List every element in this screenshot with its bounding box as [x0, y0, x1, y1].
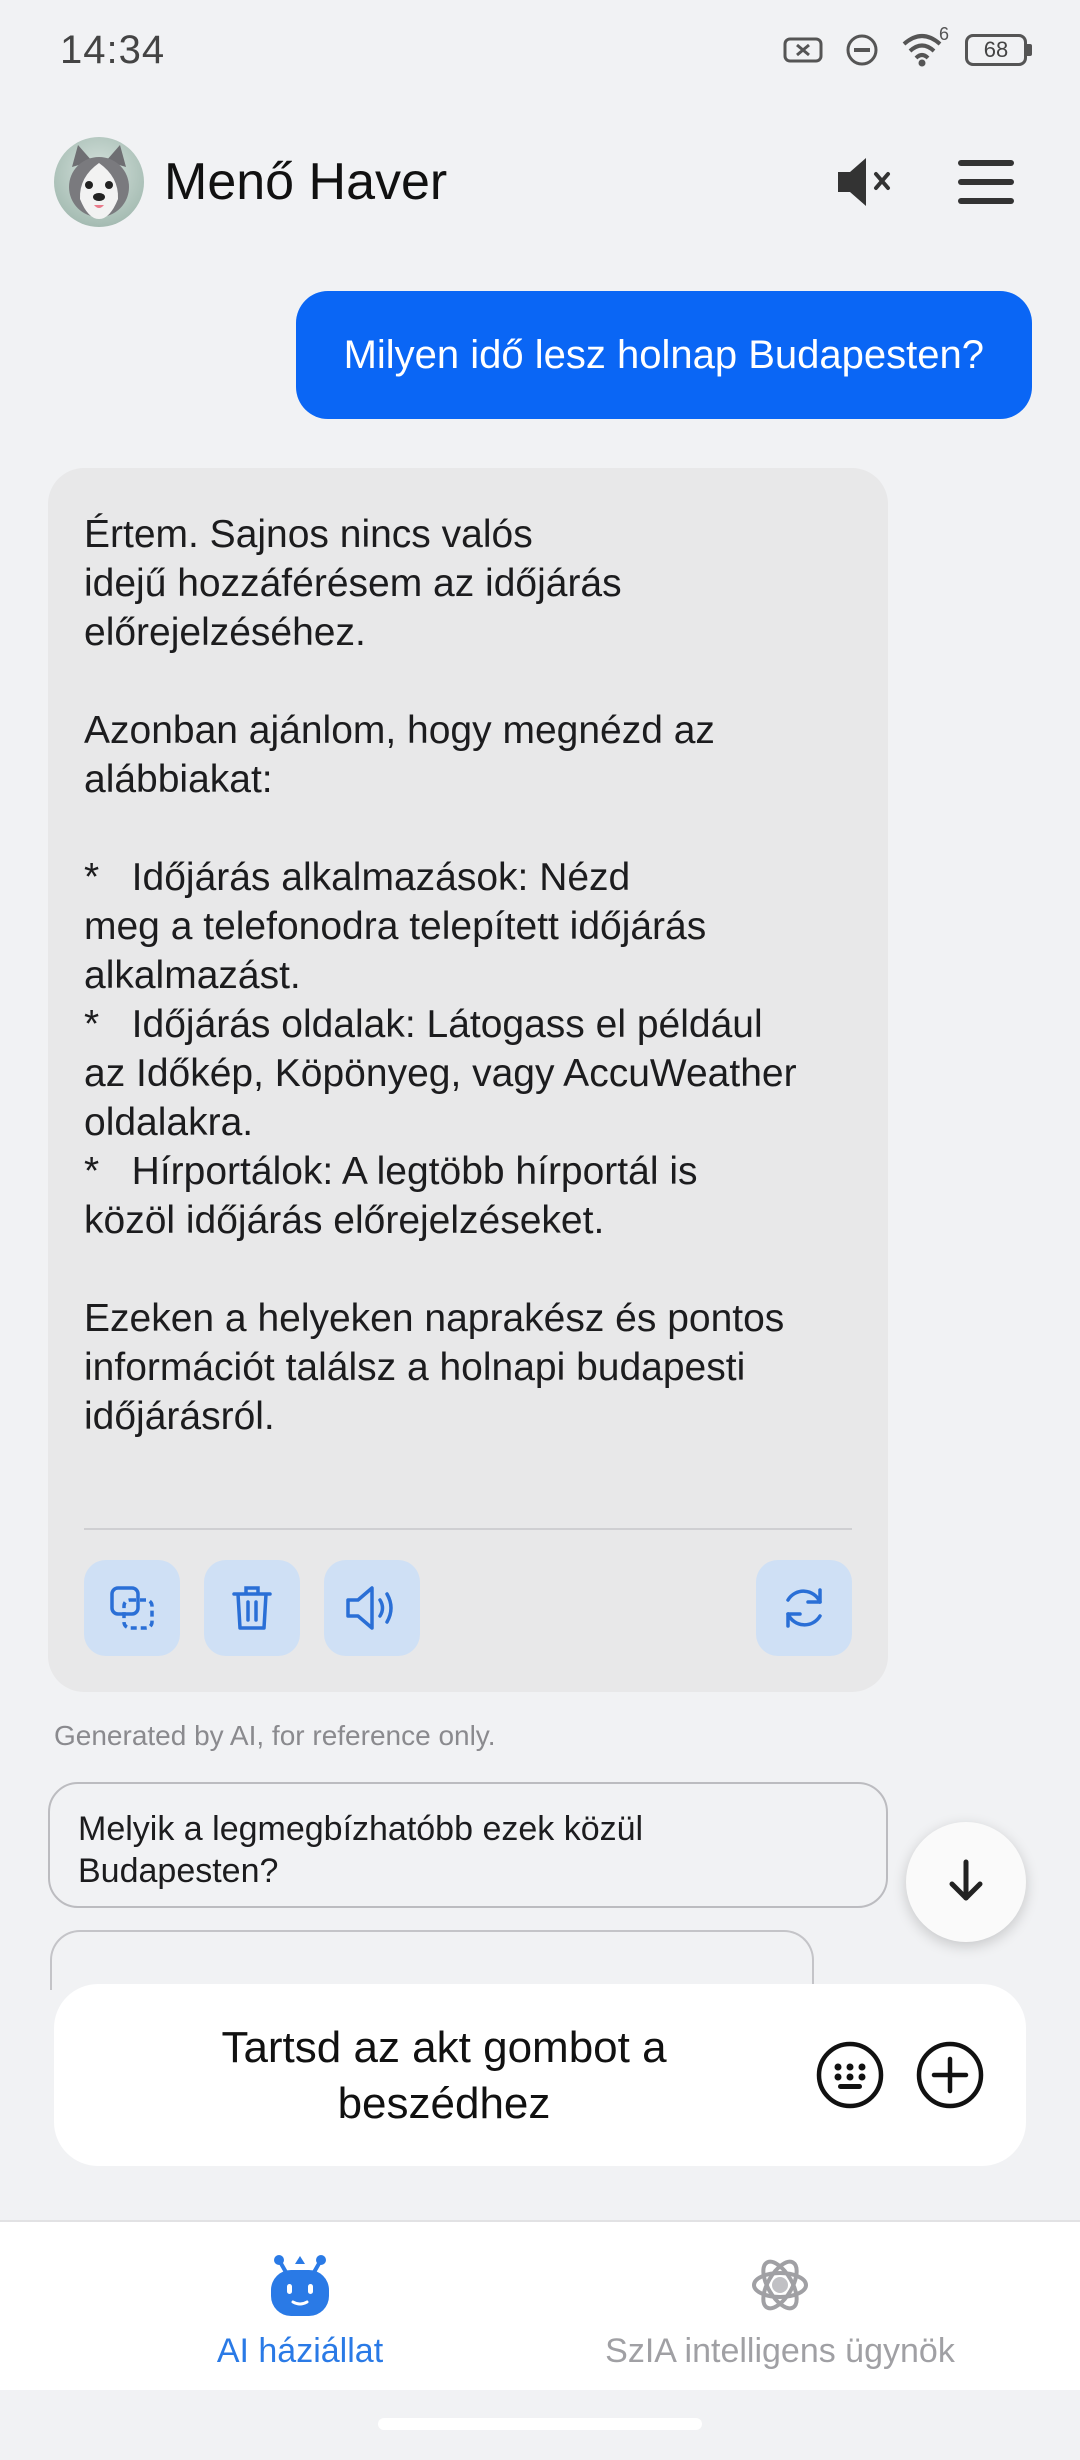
- nav-label: AI háziállat: [216, 2332, 384, 2370]
- add-button[interactable]: [912, 2037, 988, 2113]
- nav-label: SzIA intelligens ügynök: [605, 2332, 955, 2370]
- status-time: 14:34: [60, 27, 166, 72]
- read-aloud-button[interactable]: [324, 1560, 420, 1656]
- hold-to-talk-button[interactable]: Tartsd az akt gombot a beszédhez: [114, 2020, 774, 2132]
- divider: [84, 1528, 852, 1530]
- speaker-muted-icon: [838, 158, 890, 206]
- keyboard-toggle-button[interactable]: [812, 2037, 888, 2113]
- bottom-navigation: AI háziállat SzIA intelligens ügynök: [0, 2220, 1080, 2390]
- sim-off-icon: [783, 35, 823, 65]
- suggestion-text: Melyik a legmegbízhatóbb ezek közül Buda…: [78, 1810, 644, 1890]
- status-icons: 6 68: [783, 24, 1032, 68]
- user-message-text: Milyen idő lesz holnap Budapesten?: [343, 332, 984, 377]
- ai-message-card: Értem. Sajnos nincs valós idejű hozzáfér…: [48, 468, 888, 1692]
- nav-item-agent[interactable]: SzIA intelligens ügynök: [510, 2222, 1050, 2392]
- suggestion-chip[interactable]: Melyik a legmegbízhatóbb ezek közül Buda…: [48, 1782, 888, 1908]
- regenerate-button[interactable]: [756, 1560, 852, 1656]
- paragraph-spacer: [84, 1245, 864, 1294]
- chat-title: Menő Haver: [164, 153, 448, 211]
- keyboard-icon: [816, 2041, 884, 2109]
- do-not-disturb-icon: [845, 33, 879, 67]
- ai-paragraph: Értem. Sajnos nincs valós idejű hozzáfér…: [84, 513, 622, 654]
- menu-button[interactable]: [946, 142, 1026, 222]
- regenerate-icon: [786, 1588, 822, 1628]
- husky-avatar: [69, 145, 129, 219]
- battery-level: 68: [983, 37, 1009, 62]
- ai-paragraph: * Időjárás alkalmazások: Nézd meg a tele…: [84, 856, 797, 1242]
- mute-button[interactable]: [826, 142, 906, 222]
- suggestion-chip-partial[interactable]: [50, 1930, 814, 1990]
- wifi-badge: 6: [938, 24, 949, 44]
- paragraph-spacer: [84, 804, 864, 853]
- battery-icon: 68: [965, 34, 1032, 66]
- nav-item-ai-pet[interactable]: AI háziállat: [30, 2222, 570, 2392]
- input-bar: Tartsd az akt gombot a beszédhez: [54, 1984, 1026, 2166]
- read-aloud-icon: [346, 1586, 393, 1630]
- status-bar: 14:34 6 68: [0, 0, 1080, 100]
- paragraph-spacer: [84, 657, 864, 706]
- avatar[interactable]: [54, 137, 144, 227]
- wifi-icon: 6: [901, 24, 949, 68]
- delete-button[interactable]: [204, 1560, 300, 1656]
- arrow-down-icon: [949, 1859, 983, 1901]
- ai-paragraph: Ezeken a helyeken naprakész és pontos in…: [84, 1297, 785, 1438]
- ai-message-text: Értem. Sajnos nincs valós idejű hozzáfér…: [84, 510, 864, 1441]
- scroll-to-bottom-button[interactable]: [906, 1822, 1026, 1942]
- chat-header: Menő Haver: [0, 130, 1080, 234]
- add-icon: [916, 2041, 984, 2109]
- robot-pet-icon: [271, 2255, 329, 2316]
- delete-icon: [232, 1586, 272, 1630]
- hold-to-talk-label: Tartsd az akt gombot a beszédhez: [221, 2023, 667, 2128]
- copy-button[interactable]: [84, 1560, 180, 1656]
- ai-disclaimer: Generated by AI, for reference only.: [54, 1720, 496, 1751]
- agent-swirl-icon: [752, 2259, 808, 2311]
- user-message-bubble[interactable]: Milyen idő lesz holnap Budapesten?: [295, 291, 1032, 419]
- ai-paragraph: Azonban ajánlom, hogy megnézd az alábbia…: [84, 709, 715, 801]
- menu-icon: [958, 160, 1014, 204]
- copy-icon: [110, 1586, 154, 1630]
- home-indicator[interactable]: [378, 2418, 702, 2430]
